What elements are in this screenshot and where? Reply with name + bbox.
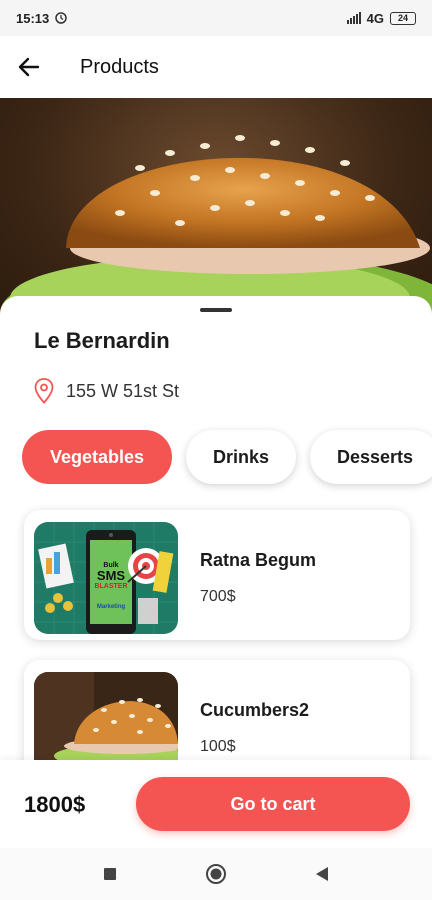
category-chip-drinks[interactable]: Drinks bbox=[186, 430, 296, 484]
drag-handle[interactable] bbox=[200, 308, 232, 312]
product-price: 700$ bbox=[200, 588, 236, 605]
battery-level: 24 bbox=[397, 12, 408, 23]
category-tabs: Vegetables Drinks Desserts bbox=[22, 430, 432, 484]
network-type: 4G bbox=[366, 10, 384, 26]
cart-total: 1800$ bbox=[24, 792, 86, 817]
restaurant-address: 155 W 51st St bbox=[34, 378, 179, 404]
category-chip-desserts[interactable]: Desserts bbox=[310, 430, 432, 484]
back-button[interactable] bbox=[0, 36, 58, 98]
thumb-label-bot: BLASTER bbox=[94, 582, 128, 590]
page-title: Products bbox=[80, 55, 159, 78]
back-arrow-icon bbox=[18, 57, 40, 77]
recent-apps-button[interactable] bbox=[95, 859, 125, 889]
app-bar: Products bbox=[0, 36, 432, 98]
status-time: 15:13 bbox=[16, 10, 50, 26]
restaurant-name: Le Bernardin bbox=[34, 328, 170, 353]
signal-icon bbox=[346, 12, 361, 24]
cart-bar: 1800$ Go to cart bbox=[0, 760, 432, 848]
product-card[interactable]: Bulk SMS BLASTER Marketing Ratna Begum 7… bbox=[24, 510, 410, 640]
status-bar: 15:13 4G 24 bbox=[0, 0, 432, 36]
product-name: Cucumbers2 bbox=[200, 700, 310, 720]
restaurant-sheet: Le Bernardin 155 W 51st St Vegetables Dr… bbox=[0, 296, 432, 790]
product-thumbnail: Bulk SMS BLASTER Marketing bbox=[34, 522, 178, 634]
home-button[interactable] bbox=[201, 859, 231, 889]
hero-image bbox=[0, 98, 432, 328]
back-triangle-nav-icon bbox=[316, 867, 328, 881]
home-circle-nav-icon bbox=[206, 864, 226, 884]
location-pin-icon bbox=[34, 378, 54, 404]
square-nav-icon bbox=[104, 868, 116, 880]
clock-icon bbox=[55, 12, 67, 24]
product-price: 100$ bbox=[200, 738, 236, 755]
product-name: Ratna Begum bbox=[200, 550, 317, 570]
system-nav-bar bbox=[0, 848, 432, 900]
thumb-label-foot: Marketing bbox=[96, 604, 126, 611]
address-text: 155 W 51st St bbox=[66, 380, 180, 401]
thumbnail-text: Bulk SMS BLASTER Marketing bbox=[90, 562, 132, 611]
battery-icon: 24 bbox=[390, 11, 416, 25]
thumb-label-mid: SMS bbox=[96, 568, 126, 584]
go-to-cart-button[interactable]: Go to cart bbox=[136, 777, 410, 831]
burger-illustration bbox=[0, 135, 432, 328]
category-chip-vegetables[interactable]: Vegetables bbox=[22, 430, 172, 484]
system-back-button[interactable] bbox=[307, 859, 337, 889]
